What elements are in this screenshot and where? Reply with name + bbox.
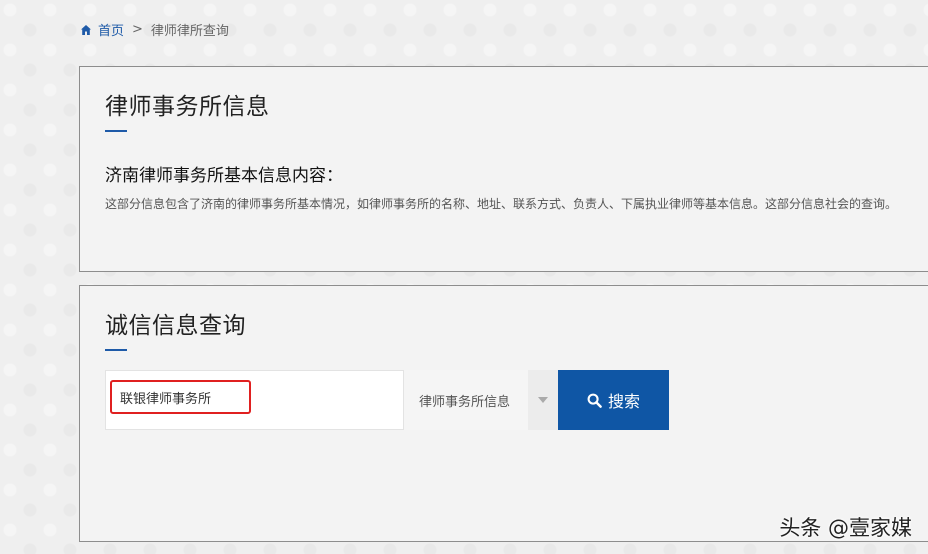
search-type-selected: 律师事务所信息 xyxy=(419,394,511,410)
home-icon[interactable] xyxy=(80,24,92,36)
breadcrumb-current: 律师律所查询 xyxy=(150,24,229,39)
search-bar: 律师事务所信息 搜索 xyxy=(105,370,669,430)
breadcrumb-home-link[interactable]: 首页 xyxy=(98,20,124,39)
breadcrumb: 首页 > 律师律所查询 xyxy=(80,20,229,39)
search-icon xyxy=(587,393,602,408)
search-input[interactable] xyxy=(110,380,251,414)
search-title-underline xyxy=(105,349,127,351)
search-button-label: 搜索 xyxy=(607,392,640,411)
breadcrumb-separator: > xyxy=(132,22,143,37)
chevron-down-icon xyxy=(538,397,548,403)
info-panel-title: 律师事务所信息 xyxy=(105,94,270,120)
search-panel-title: 诚信信息查询 xyxy=(105,313,246,339)
info-subheading: 济南律师事务所基本信息内容： xyxy=(105,166,343,186)
credit-search-panel: 诚信信息查询 律师事务所信息 搜索 xyxy=(79,285,928,542)
select-toggle[interactable] xyxy=(528,370,558,430)
info-title-underline xyxy=(105,130,127,132)
search-button[interactable]: 搜索 xyxy=(558,370,669,430)
search-input-wrapper xyxy=(105,370,404,430)
search-type-select[interactable]: 律师事务所信息 xyxy=(404,370,558,430)
info-description: 这部分信息包含了济南的律师事务所基本情况，如律师事务所的名称、地址、联系方式、负… xyxy=(105,197,898,211)
law-firm-info-panel: 律师事务所信息 济南律师事务所基本信息内容： 这部分信息包含了济南的律师事务所基… xyxy=(79,66,928,272)
watermark: 头条 @壹家媒 xyxy=(779,516,912,540)
